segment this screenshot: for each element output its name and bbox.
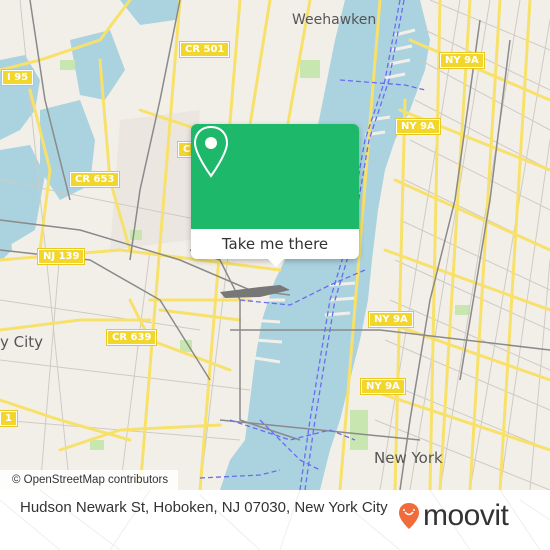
road-shield-ny9a: NY 9A — [396, 119, 440, 134]
popup-header — [191, 124, 359, 229]
road-shield-cr653: CR 653 — [70, 172, 120, 187]
road-shield-cr501: CR 501 — [180, 42, 230, 57]
moovit-wordmark: moovit — [423, 499, 509, 532]
popup-tip — [267, 258, 285, 267]
road-shield-ny9a: NY 9A — [369, 312, 413, 327]
map[interactable]: I 95 CR 501 CR 653 NJ 139 CR 639 NY 9A N… — [0, 0, 550, 490]
road-shield-nj139: NJ 139 — [38, 249, 85, 264]
moovit-logo[interactable]: moovit — [398, 499, 509, 532]
footer: Hudson Newark St, Hoboken, NJ 07030, New… — [0, 490, 550, 550]
take-me-there-button[interactable]: Take me there — [191, 229, 359, 259]
map-attribution[interactable]: © OpenStreetMap contributors — [0, 470, 179, 490]
place-label-weehawken: Weehawken — [292, 12, 377, 28]
location-popup[interactable]: Take me there — [191, 124, 359, 267]
address-text: Hudson Newark St, Hoboken, NJ 07030, New… — [20, 499, 388, 516]
place-label-new-york: New York — [374, 449, 443, 467]
map-pin-icon — [193, 125, 229, 178]
road-shield-ny9a: NY 9A — [361, 379, 405, 394]
road-shield-i95: I 95 — [2, 70, 34, 85]
road-shield-ny9a: NY 9A — [440, 53, 484, 68]
road-shield-cr639: CR 639 — [107, 330, 157, 345]
road-shield-partial: 1 — [0, 411, 17, 426]
place-label-jersey-city: y City — [0, 333, 44, 351]
moovit-pin-icon — [399, 503, 419, 529]
